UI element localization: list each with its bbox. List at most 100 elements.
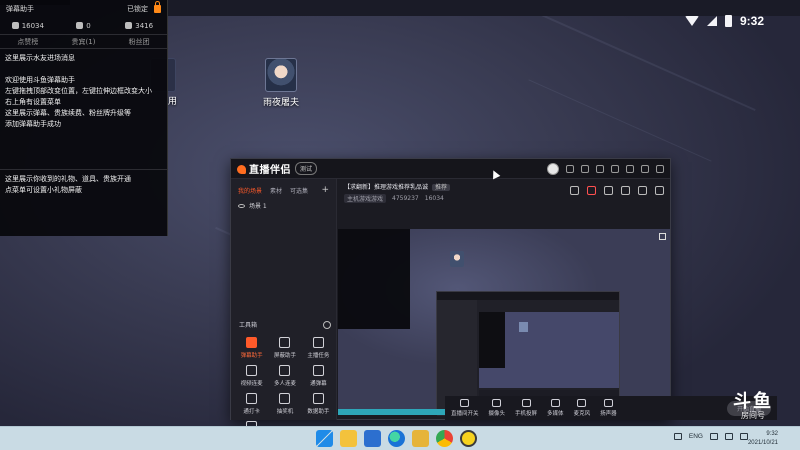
streamer-app-icon[interactable] xyxy=(460,430,477,447)
windows-start-icon[interactable] xyxy=(316,430,333,447)
tab-fan-club[interactable]: 粉丝团 xyxy=(111,37,167,47)
wifi-icon[interactable] xyxy=(710,433,718,440)
scene-tabs: 我的场景 素材 可选集 + xyxy=(231,179,336,198)
notice-icon[interactable] xyxy=(638,186,647,195)
settings-icon[interactable] xyxy=(596,164,604,173)
watermark-brand: 斗鱼 xyxy=(733,391,773,412)
tool-checkin[interactable]: 通打卡 xyxy=(235,393,268,415)
tool-label: 主播任务 xyxy=(307,353,330,359)
phone-icon xyxy=(521,399,531,407)
watermark-sub: 房间号 xyxy=(741,411,765,420)
minimize-icon[interactable] xyxy=(626,164,634,173)
btn-phone-cast[interactable]: 手机投屏 xyxy=(515,399,537,417)
more-icon[interactable] xyxy=(323,320,331,329)
close-icon[interactable] xyxy=(656,164,664,173)
danmu-icon xyxy=(246,337,258,348)
folder-icon[interactable] xyxy=(412,430,429,447)
btn-label: 多媒体 xyxy=(547,411,564,417)
share-screen-icon[interactable] xyxy=(570,186,579,195)
tab-vip[interactable]: 贵宾(1) xyxy=(56,37,112,47)
tab-likes-rank[interactable]: 点赞榜 xyxy=(0,37,56,47)
file-explorer-icon[interactable] xyxy=(340,430,357,447)
lock-room-icon[interactable] xyxy=(587,186,596,195)
tool-lottery[interactable]: 抽奖机 xyxy=(268,393,301,415)
camera-icon xyxy=(492,399,502,407)
stream-preview[interactable] xyxy=(338,229,670,416)
btn-room-switch[interactable]: 直播间开关 xyxy=(451,399,479,417)
btn-label: 麦克风 xyxy=(573,411,591,417)
streamer-companion-window[interactable]: 直播伴侣 测试 我的场景 素材 可选集 + 场景 1 工具箱 弹幕助手 屏蔽助手… xyxy=(230,158,777,443)
tab-my-scenes[interactable]: 我的场景 xyxy=(238,186,262,195)
btn-camera[interactable]: 摄像头 xyxy=(488,399,506,417)
window-icon[interactable] xyxy=(621,186,630,195)
app-logo: 直播伴侣 xyxy=(237,161,291,176)
nested-avatar-icon xyxy=(519,322,528,332)
user-avatar[interactable] xyxy=(547,162,559,175)
share-icon[interactable] xyxy=(655,186,664,195)
chrome-icon[interactable] xyxy=(436,430,453,447)
stat-value: 3416 xyxy=(135,21,154,30)
menu-icon[interactable] xyxy=(611,164,619,173)
lock-icon[interactable] xyxy=(154,0,161,13)
edge-icon[interactable] xyxy=(388,430,405,447)
maximize-icon[interactable] xyxy=(641,164,649,173)
fullscreen-icon[interactable] xyxy=(659,233,666,240)
app-titlebar[interactable]: 直播伴侣 测试 xyxy=(231,159,670,179)
tool-multi-link[interactable]: 多人连麦 xyxy=(268,365,301,387)
avatar-icon xyxy=(265,58,297,92)
taskbar: ENG 9:32 2021/10/21 xyxy=(0,426,800,450)
tool-danmu-screen[interactable]: 通弹幕 xyxy=(302,365,335,387)
btn-label: 摄像头 xyxy=(488,411,506,417)
tool-label: 多人连麦 xyxy=(273,381,296,387)
chevron-up-icon[interactable] xyxy=(673,433,682,440)
tool-label: 抽奖机 xyxy=(276,409,294,415)
nested-chat xyxy=(479,312,505,368)
store-icon[interactable] xyxy=(364,430,381,447)
checkin-icon xyxy=(246,393,258,404)
skin-icon[interactable] xyxy=(581,164,589,173)
heart-icon xyxy=(76,22,84,29)
tool-block-helper[interactable]: 屏蔽助手 xyxy=(268,337,301,359)
btn-label: 手机投屏 xyxy=(515,411,538,417)
room-tag: 推荐 xyxy=(432,184,451,191)
tool-danmu-helper[interactable]: 弹幕助手 xyxy=(235,337,268,359)
message-icon[interactable] xyxy=(566,164,574,173)
tab-materials[interactable]: 素材 xyxy=(270,186,282,195)
helper-header[interactable]: 弹幕助手 已锁定 xyxy=(0,0,167,17)
app-sidebar: 我的场景 素材 可选集 + 场景 1 工具箱 弹幕助手 屏蔽助手 主播任务 视频… xyxy=(231,179,337,443)
btn-microphone[interactable]: 麦克风 xyxy=(573,399,591,417)
eye-icon[interactable] xyxy=(238,203,245,208)
battery-icon[interactable] xyxy=(740,433,748,440)
tab-collections[interactable]: 可选集 xyxy=(290,186,308,195)
wifi-icon xyxy=(684,16,699,26)
volume-icon[interactable] xyxy=(725,433,733,440)
layout-icon[interactable] xyxy=(604,186,613,195)
desktop-icon-label: 用 xyxy=(168,97,178,107)
gift-feed: 这里展示你收到的礼物、道具、贵族开通 点菜单可设置小礼物屏蔽 xyxy=(0,169,167,200)
tool-label: 弹幕助手 xyxy=(240,353,263,359)
tool-host-tasks[interactable]: 主播任务 xyxy=(302,337,335,359)
status-clock: 9:32 xyxy=(739,14,764,28)
add-scene-icon[interactable]: + xyxy=(321,185,329,195)
taskbar-clock[interactable]: 9:32 2021/10/21 xyxy=(748,430,778,448)
language-indicator[interactable]: ENG xyxy=(689,433,703,440)
app-logo-text: 直播伴侣 xyxy=(249,165,291,176)
room-info: 【求翻新】推理游戏推荐乳品诚 推荐 主机游戏游戏 4759237 16034 xyxy=(338,179,670,205)
tool-label: 通打卡 xyxy=(243,409,260,415)
room-category[interactable]: 主机游戏游戏 xyxy=(344,194,387,203)
btn-speaker[interactable]: 扬声器 xyxy=(600,399,617,417)
tool-video-link[interactable]: 视频连麦 xyxy=(235,365,268,387)
desktop-icon-yuye[interactable]: 雨夜屠夫 xyxy=(255,58,307,108)
room-title[interactable]: 【求翻新】推理游戏推荐乳品诚 xyxy=(344,184,428,191)
btn-media[interactable]: 多媒体 xyxy=(547,399,564,417)
room-stat-heat: 16034 xyxy=(424,195,444,202)
scene-item[interactable]: 场景 1 xyxy=(231,198,336,213)
speaker-icon xyxy=(603,399,613,407)
room-stat-viewers: 4759237 xyxy=(392,195,419,202)
tool-data-helper[interactable]: 数据助手 xyxy=(302,393,335,415)
danmu-helper-window[interactable]: 弹幕助手 已锁定 16034 0 3416 点赞榜 贵宾(1) 粉丝团 这里展示… xyxy=(0,0,168,236)
app-bottom-toolbar: 直播间开关 摄像头 手机投屏 多媒体 麦克风 扬声器 开始直播 xyxy=(445,396,777,420)
room-meta: 主机游戏游戏 4759237 16034 xyxy=(344,194,664,203)
stat-likes: 16034 xyxy=(0,22,56,30)
taskbar-apps xyxy=(316,430,477,447)
